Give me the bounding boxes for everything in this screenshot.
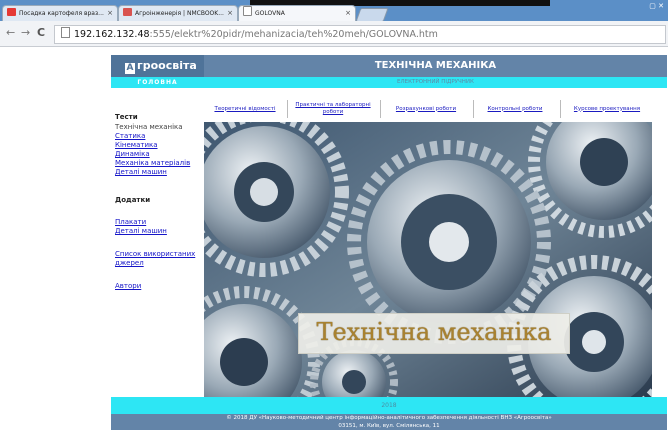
- sidebar-link-sources-1[interactable]: Список використаних: [115, 250, 195, 259]
- footer-address: 03151, м. Київ, вул. Смілянська, 11: [338, 423, 440, 429]
- sub-header: ГОЛОВНА ЕЛЕКТРОННИЙ ПІДРУЧНИК: [111, 77, 667, 88]
- tests-heading: Тести: [115, 113, 138, 121]
- forward-arrow-icon[interactable]: →: [21, 26, 30, 40]
- site-header: Агроосвіта ТЕХНІЧНА МЕХАНІКА: [111, 55, 667, 77]
- youtube-icon: [7, 8, 16, 16]
- close-icon[interactable]: ×: [345, 6, 351, 21]
- close-icon[interactable]: ×: [227, 6, 233, 21]
- tab-course-design[interactable]: Курсове проектування: [565, 100, 649, 118]
- footer-copyright: © 2018 ДУ «Науково-методичний центр інфо…: [111, 414, 667, 430]
- tab-calculation-works[interactable]: Розрахункові роботи: [385, 100, 467, 118]
- title-banner: Технічна механіка: [298, 313, 570, 354]
- home-link[interactable]: ГОЛОВНА: [111, 77, 204, 88]
- site-favicon-icon: [123, 8, 132, 16]
- sidebar-link-authors[interactable]: Автори: [115, 282, 141, 291]
- logo-letter: А: [125, 63, 135, 74]
- page-title: ТЕХНІЧНА МЕХАНІКА: [374, 60, 497, 71]
- url-input[interactable]: 192.162.132.48:555/elektr%20pidr/mehaniz…: [54, 25, 666, 44]
- tests-subtitle: Технічна механіка: [115, 123, 183, 131]
- back-arrow-icon[interactable]: ←: [6, 26, 15, 40]
- web-page: Агроосвіта ТЕХНІЧНА МЕХАНІКА ГОЛОВНА ЕЛЕ…: [111, 55, 667, 430]
- browser-tab-bar: Посадка картофеля враз... × Агроінженерія…: [0, 0, 668, 22]
- sidebar-link-statics[interactable]: Статика: [115, 132, 145, 141]
- sidebar-link-materials[interactable]: Механіка матеріалів: [115, 159, 190, 168]
- browser-tab-2[interactable]: Агроінженерія | NMCBOOK... ×: [118, 5, 238, 22]
- tab-title: Агроінженерія | NMCBOOK...: [135, 10, 224, 17]
- close-icon[interactable]: ×: [107, 6, 113, 21]
- new-tab-button[interactable]: [355, 8, 389, 22]
- tab-practical-works[interactable]: Практичні та лабораторні роботи: [292, 100, 374, 118]
- sidebar-link-dynamics[interactable]: Динаміка: [115, 150, 150, 159]
- extras-heading: Додатки: [115, 196, 151, 204]
- sidebar-link-kinematics[interactable]: Кінематика: [115, 141, 158, 150]
- divider: [560, 100, 561, 118]
- tab-title: Посадка картофеля враз...: [19, 10, 104, 17]
- url-path: :555/elektr%20pidr/mehanizacia/teh%20meh…: [149, 29, 438, 40]
- footer-copyright-text: © 2018 ДУ «Науково-методичний центр інфо…: [226, 415, 552, 421]
- sidebar: Тести Технічна механіка Статика Кінемати…: [111, 88, 204, 403]
- page-icon: [243, 6, 252, 16]
- sidebar-link-machine-parts[interactable]: Деталі машин: [115, 168, 167, 177]
- divider: [287, 100, 288, 118]
- sidebar-link-sources-2[interactable]: джерел: [115, 259, 144, 268]
- sidebar-link-posters[interactable]: Плакати: [115, 218, 146, 227]
- browser-tab-1[interactable]: Посадка картофеля враз... ×: [2, 5, 118, 22]
- browser-tab-active[interactable]: GOLOVNA ×: [238, 5, 356, 22]
- footer-year: 2018: [111, 397, 667, 414]
- nav-tabs: Теоретичні відомості Практичні та лабора…: [204, 97, 652, 123]
- gears-illustration: Технічна механіка: [204, 122, 652, 403]
- reload-icon[interactable]: C: [37, 26, 45, 40]
- main-content: Теоретичні відомості Практичні та лабора…: [204, 88, 652, 403]
- url-host: 192.162.132.48: [74, 29, 150, 40]
- divider: [380, 100, 381, 118]
- page-icon: [61, 27, 70, 38]
- window-controls[interactable]: ▢ ✕: [649, 2, 664, 10]
- tab-theory[interactable]: Теоретичні відомості: [208, 100, 282, 118]
- logo-text: гроосвіта: [137, 59, 197, 72]
- page-subtitle: ЕЛЕКТРОННИЙ ПІДРУЧНИК: [397, 79, 474, 85]
- banner-text: Технічна механіка: [316, 318, 552, 346]
- tab-control-works[interactable]: Контрольні роботи: [477, 100, 553, 118]
- tab-title: GOLOVNA: [255, 10, 285, 17]
- address-bar: ← → C 192.162.132.48:555/elektr%20pidr/m…: [0, 21, 668, 47]
- site-logo[interactable]: Агроосвіта: [111, 55, 204, 77]
- divider: [473, 100, 474, 118]
- sidebar-link-extra-machine-parts[interactable]: Деталі машин: [115, 227, 167, 236]
